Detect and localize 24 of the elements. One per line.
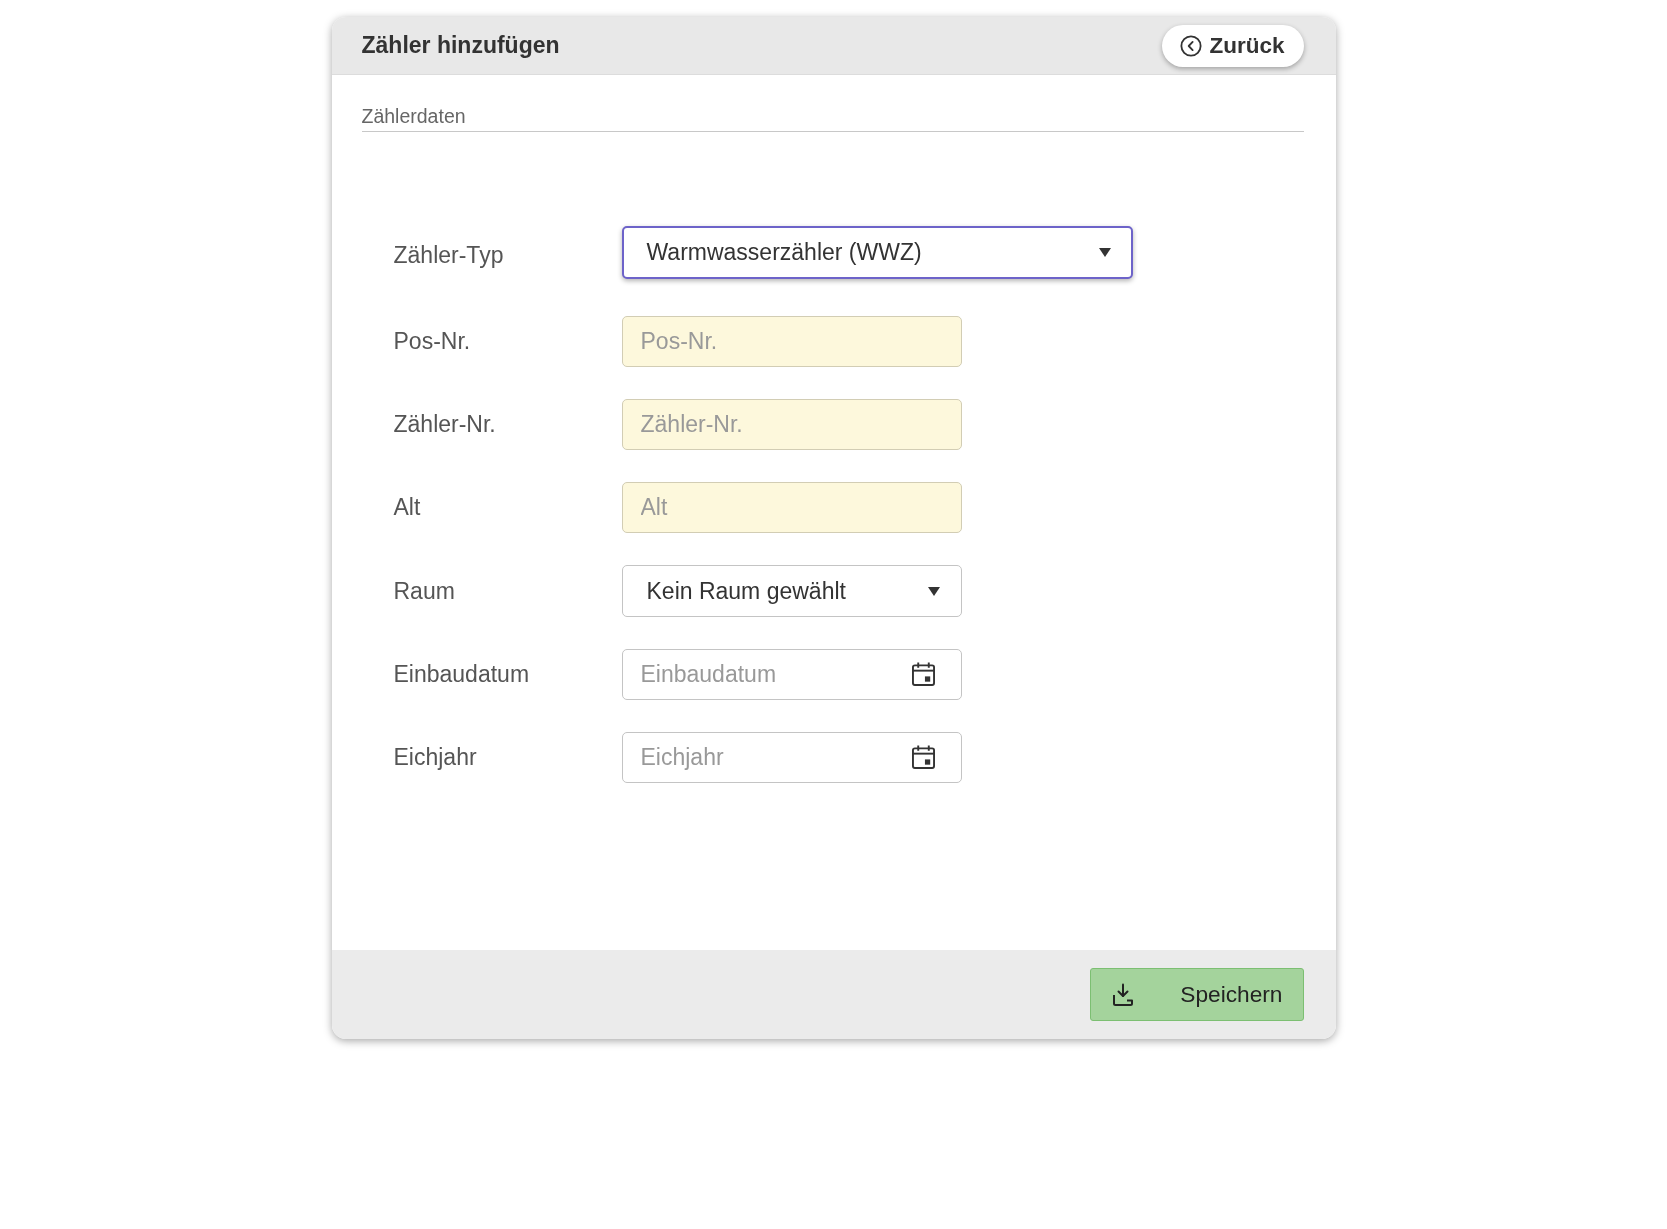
field-label: Einbaudatum: [393, 661, 530, 688]
select-field[interactable]: Kein Raum gewählt: [621, 565, 962, 617]
back-icon: [1180, 34, 1203, 57]
field-label: Zähler-Typ: [393, 241, 504, 269]
field-label: Raum: [393, 577, 455, 605]
field-label: Alt: [393, 494, 421, 521]
date-field[interactable]: Eichjahr: [621, 732, 962, 783]
download-tray-icon: [1110, 982, 1135, 1007]
save-button[interactable]: Speichern: [1089, 968, 1304, 1021]
caret-icon: [1098, 248, 1111, 257]
field-label: Pos-Nr.: [393, 328, 471, 355]
calendar-icon[interactable]: [911, 745, 935, 769]
select-field[interactable]: Warmwasserzähler (WWZ): [621, 226, 1133, 279]
input-field[interactable]: Zähler-Nr.: [621, 399, 962, 450]
calendar-icon[interactable]: [911, 662, 935, 686]
field-label: Eichjahr: [393, 744, 477, 771]
field-label: Zähler-Nr.: [393, 411, 496, 438]
input-field[interactable]: Alt: [621, 482, 962, 533]
dialog-title: Zähler hinzufügen: [361, 32, 560, 59]
caret-icon: [927, 586, 940, 596]
section-title: Zählerdaten: [361, 105, 1304, 132]
date-field[interactable]: Einbaudatum: [621, 649, 962, 700]
input-field[interactable]: Pos-Nr.: [621, 316, 962, 367]
back-button[interactable]: Zurück: [1162, 24, 1304, 67]
